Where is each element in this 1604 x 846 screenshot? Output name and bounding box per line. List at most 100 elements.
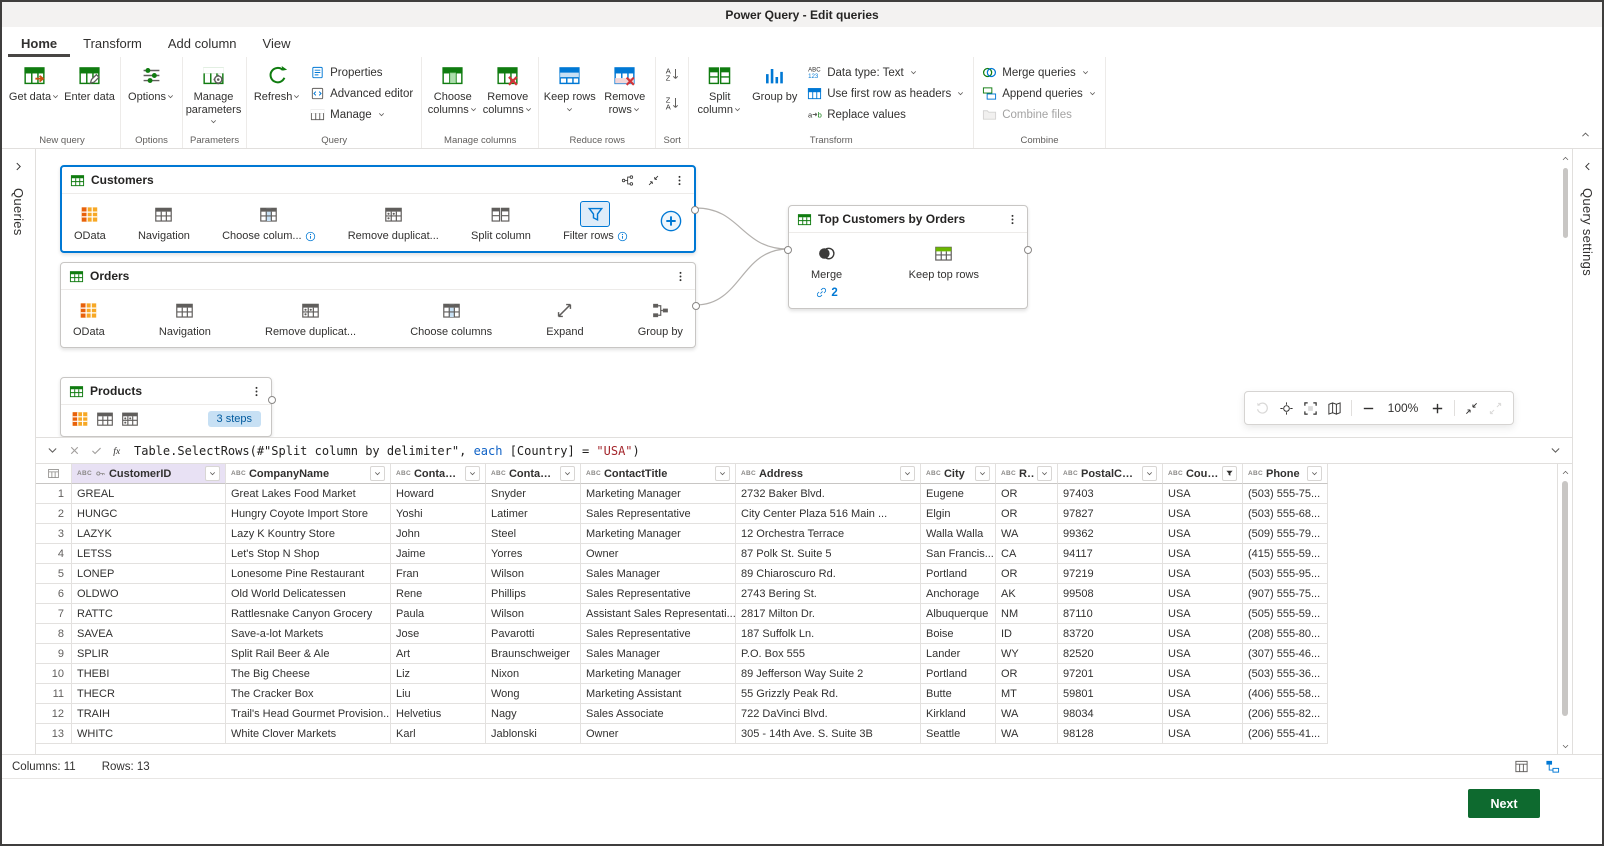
expand-formula-bar-icon[interactable] <box>46 444 59 457</box>
cell[interactable]: Walla Walla <box>921 524 996 544</box>
cell[interactable]: USA <box>1163 504 1243 524</box>
cell[interactable]: Sales Manager <box>581 644 736 664</box>
cell[interactable]: 87 Polk St. Suite 5 <box>736 544 921 564</box>
cell[interactable]: Portland <box>921 564 996 584</box>
cell[interactable]: 89 Jefferson Way Suite 2 <box>736 664 921 684</box>
diagram-view-icon[interactable] <box>1545 759 1560 774</box>
cell[interactable]: THEBI <box>72 664 226 684</box>
cell[interactable]: USA <box>1163 584 1243 604</box>
ribbon-advanced-editor-button[interactable]: Advanced editor <box>305 84 418 103</box>
row-number[interactable]: 3 <box>36 524 72 544</box>
cell[interactable]: 305 - 14th Ave. S. Suite 3B <box>736 724 921 744</box>
ribbon-remove-columns-button[interactable]: Remove columns <box>480 58 535 116</box>
step-navigation[interactable]: Navigation <box>159 297 211 338</box>
cell[interactable]: LETSS <box>72 544 226 564</box>
cell[interactable]: WA <box>996 724 1058 744</box>
column-header-contactname-1[interactable]: ABCContactName.1 <box>391 464 486 484</box>
cell[interactable]: (307) 555-46... <box>1243 644 1328 664</box>
cell[interactable]: (505) 555-59... <box>1243 604 1328 624</box>
fit-to-screen-icon[interactable] <box>1303 401 1318 416</box>
cell[interactable]: 82520 <box>1058 644 1163 664</box>
column-header-customerid[interactable]: ABCCustomerID <box>72 464 226 484</box>
cell[interactable]: OLDWO <box>72 584 226 604</box>
cell[interactable]: Helvetius <box>391 704 486 724</box>
cell[interactable]: RATTC <box>72 604 226 624</box>
zoom-out-icon[interactable] <box>1361 401 1376 416</box>
cell[interactable]: Sales Representative <box>581 624 736 644</box>
cell[interactable]: WA <box>996 524 1058 544</box>
cell[interactable]: Steel <box>486 524 581 544</box>
cell[interactable]: 99362 <box>1058 524 1163 544</box>
cell[interactable]: Art <box>391 644 486 664</box>
ribbon-append-queries-button[interactable]: Append queries <box>977 84 1102 103</box>
cell[interactable]: OR <box>996 484 1058 504</box>
cell[interactable]: Latimer <box>486 504 581 524</box>
cell[interactable]: Snyder <box>486 484 581 504</box>
ribbon-use-first-row-as-headers-button[interactable]: Use first row as headers <box>802 84 970 103</box>
grid-corner[interactable] <box>36 464 72 484</box>
merge-link-count[interactable]: 2 <box>815 286 837 299</box>
cell[interactable]: WHITC <box>72 724 226 744</box>
cell[interactable]: Seattle <box>921 724 996 744</box>
cell[interactable]: Marketing Assistant <box>581 684 736 704</box>
formula-dropdown-icon[interactable] <box>1549 444 1562 457</box>
ribbon-keep-rows-button[interactable]: Keep rows <box>542 58 597 116</box>
step-navigation[interactable]: Navigation <box>138 201 190 242</box>
cell[interactable]: Karl <box>391 724 486 744</box>
cell[interactable]: 98128 <box>1058 724 1163 744</box>
column-menu-icon[interactable] <box>715 466 730 481</box>
row-number[interactable]: 8 <box>36 624 72 644</box>
row-number[interactable]: 10 <box>36 664 72 684</box>
cell[interactable]: 2743 Bering St. <box>736 584 921 604</box>
connector-dot[interactable] <box>691 206 699 214</box>
scroll-down-icon[interactable] <box>1558 739 1572 753</box>
tab-transform[interactable]: Transform <box>70 31 155 57</box>
cell[interactable]: Kirkland <box>921 704 996 724</box>
cell[interactable]: MT <box>996 684 1058 704</box>
cell[interactable]: (503) 555-36... <box>1243 664 1328 684</box>
cell[interactable]: OR <box>996 564 1058 584</box>
cell[interactable]: OR <box>996 504 1058 524</box>
cell[interactable]: Paula <box>391 604 486 624</box>
column-menu-icon[interactable] <box>900 466 915 481</box>
cell[interactable]: San Francis... <box>921 544 996 564</box>
cell[interactable]: USA <box>1163 724 1243 744</box>
column-menu-icon[interactable] <box>1142 466 1157 481</box>
discard-formula-icon[interactable] <box>68 444 81 457</box>
cell[interactable]: 97219 <box>1058 564 1163 584</box>
column-header-contacttitle[interactable]: ABCContactTitle <box>581 464 736 484</box>
more-icon[interactable] <box>1006 213 1019 226</box>
connector-dot[interactable] <box>268 396 276 404</box>
canvas-scrollbar[interactable] <box>1559 152 1571 434</box>
cell[interactable]: Yoshi <box>391 504 486 524</box>
cell[interactable]: TRAIH <box>72 704 226 724</box>
cell[interactable]: Sales Manager <box>581 564 736 584</box>
cell[interactable]: Phillips <box>486 584 581 604</box>
flow-icon[interactable] <box>621 174 634 187</box>
cell[interactable]: (509) 555-79... <box>1243 524 1328 544</box>
ribbon-properties-button[interactable]: Properties <box>305 63 418 82</box>
cell[interactable]: USA <box>1163 644 1243 664</box>
ribbon-merge-queries-button[interactable]: Merge queries <box>977 63 1102 82</box>
ribbon-group-by-button[interactable]: Group by <box>747 58 802 104</box>
column-menu-icon[interactable] <box>975 466 990 481</box>
cell[interactable]: Fran <box>391 564 486 584</box>
cell[interactable]: (208) 555-80... <box>1243 624 1328 644</box>
cell[interactable]: Owner <box>581 724 736 744</box>
ribbon-choose-columns-button[interactable]: Choose columns <box>425 58 480 116</box>
ribbon-replace-values-button[interactable]: abReplace values <box>802 105 970 124</box>
cell[interactable]: Let's Stop N Shop <box>226 544 391 564</box>
collapse-ribbon-icon[interactable] <box>1576 126 1594 142</box>
row-number[interactable]: 11 <box>36 684 72 704</box>
expand-all-icon[interactable] <box>1488 401 1503 416</box>
cell[interactable]: 94117 <box>1058 544 1163 564</box>
ribbon-enter-data-button[interactable]: Enter data <box>62 58 117 104</box>
cell[interactable]: USA <box>1163 684 1243 704</box>
row-number[interactable]: 4 <box>36 544 72 564</box>
row-number[interactable]: 13 <box>36 724 72 744</box>
cell[interactable]: CA <box>996 544 1058 564</box>
cell[interactable]: USA <box>1163 544 1243 564</box>
cell[interactable]: THECR <box>72 684 226 704</box>
row-number[interactable]: 6 <box>36 584 72 604</box>
expand-query-settings-icon[interactable] <box>1582 161 1593 172</box>
